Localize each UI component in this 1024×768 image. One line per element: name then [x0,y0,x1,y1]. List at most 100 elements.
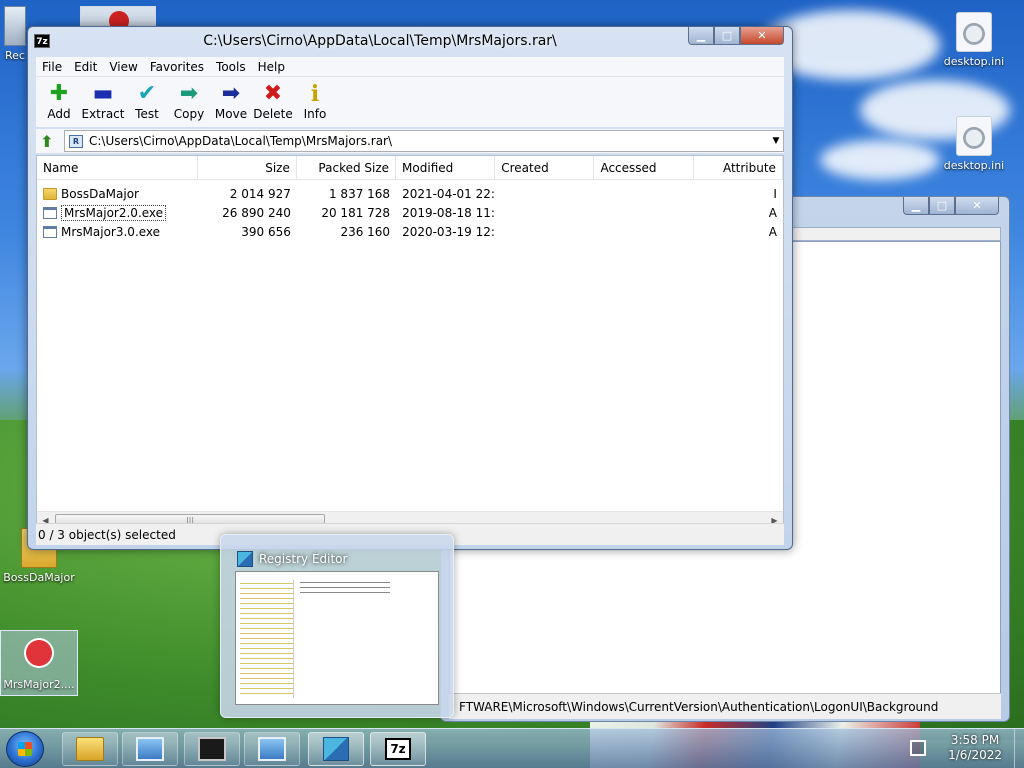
registry-editor-icon [237,551,253,567]
close-icon[interactable]: ✕ [740,27,784,45]
exe-file-icon [43,225,57,238]
info-button[interactable]: i Info [294,77,336,127]
7zip-window[interactable]: 7z C:\Users\Cirno\AppData\Local\Temp\Mrs… [27,26,793,550]
row-size: 26 890 240 [222,205,291,220]
desktop-icon-label: Rec [5,49,25,62]
move-label: Move [214,107,248,121]
row-packed: 20 181 728 [321,205,391,220]
file-list[interactable]: Name Size Packed Size Modified Created A… [36,155,784,529]
menu-view[interactable]: View [103,60,143,74]
start-button[interactable] [6,731,44,767]
move-button[interactable]: ➡ Move [210,77,252,127]
add-button[interactable]: ✚ Add [38,77,80,127]
thumbnail-title-row: Registry Editor [237,551,347,567]
info-icon: i [310,81,320,107]
window-controls: ▁ □ ✕ [688,27,784,45]
cloud [820,140,940,180]
menu-file[interactable]: File [36,60,68,74]
registry-editor-thumbnail[interactable]: Registry Editor [220,534,454,718]
address-input[interactable]: R C:\Users\Cirno\AppData\Local\Temp\MrsM… [64,130,784,152]
delete-button[interactable]: ✖ Delete [252,77,294,127]
taskbar: 7z 3:58 PM 1/6/2022 [0,728,1024,768]
column-attributes[interactable]: Attribute [694,156,783,180]
address-bar: ⬆ R C:\Users\Cirno\AppData\Local\Temp\Mr… [36,129,784,153]
add-icon: ✚ [49,81,69,106]
delete-icon: ✖ [263,81,283,106]
test-button[interactable]: ✔ Test [126,77,168,127]
desktop-icon-label: BossDaMajor [3,571,75,584]
thumbnail-preview[interactable] [235,571,439,705]
registry-status-path: FTWARE\Microsoft\Windows\CurrentVersion\… [449,693,1001,719]
taskbar-registry-editor[interactable] [308,732,364,766]
desktop-icon-recycle-bin[interactable]: Rec [0,6,30,62]
delete-label: Delete [253,107,293,121]
taskbar-photo-viewer[interactable] [122,732,178,766]
window-controls: ▁ □ ✕ [903,197,999,215]
row-attr: A [768,224,777,239]
column-packed-size[interactable]: Packed Size [297,156,397,180]
test-label: Test [135,107,159,121]
table-row[interactable]: MrsMajor3.0.exe 390 656 236 160 2020-03-… [37,222,783,241]
close-icon[interactable]: ✕ [955,197,999,215]
copy-button[interactable]: ➡ Copy [168,77,210,127]
network-icon[interactable] [910,740,927,756]
toolbar: ✚ Add ▬ Extract ✔ Test ➡ Copy ➡ Move ✖ D… [36,77,784,127]
table-row[interactable]: BossDaMajor 2 014 927 1 837 168 2021-04-… [37,184,783,203]
row-attr: I [773,186,777,201]
thumbnail-title: Registry Editor [259,552,348,566]
row-name: MrsMajor2.0.exe [61,204,167,221]
menu-favorites[interactable]: Favorites [144,60,210,74]
window-title: C:\Users\Cirno\AppData\Local\Temp\MrsMaj… [203,33,557,49]
menu-tools[interactable]: Tools [210,60,252,74]
picture-icon [258,737,286,761]
extract-button[interactable]: ▬ Extract [80,77,126,127]
menu-bar: File Edit View Favorites Tools Help [36,57,784,77]
desktop-icon-mrsmajor[interactable]: MrsMajor2.... [0,630,78,696]
column-name[interactable]: Name [37,156,198,180]
maximize-icon[interactable]: □ [714,27,740,45]
column-created[interactable]: Created [495,156,595,180]
table-row[interactable]: MrsMajor2.0.exe 26 890 240 20 181 728 20… [37,203,783,222]
minimize-icon[interactable]: ▁ [688,27,714,45]
clock[interactable]: 3:58 PM 1/6/2022 [948,733,1002,763]
copy-icon: ➡ [179,81,199,106]
row-size: 2 014 927 [229,186,291,201]
row-packed: 1 837 168 [328,186,391,201]
menu-edit[interactable]: Edit [68,60,103,74]
exe-file-icon [43,206,57,219]
chevron-down-icon[interactable]: ▼ [769,136,783,146]
preview-values [300,580,390,594]
preview-tree [240,580,294,698]
menu-help[interactable]: Help [252,60,291,74]
extract-label: Extract [81,107,125,121]
archive-icon: R [69,134,83,148]
minimize-icon[interactable]: ▁ [903,197,929,215]
taskbar-7zip[interactable]: 7z [370,732,426,766]
row-size: 390 656 [241,224,291,239]
taskbar-image-viewer[interactable] [244,732,300,766]
taskbar-command-prompt[interactable] [184,732,240,766]
row-attr: A [768,205,777,220]
copy-label: Copy [173,107,205,121]
row-modified: 2020-03-19 12:07 [402,224,495,239]
desktop-icon-desktop-ini-1[interactable]: desktop.ini [936,12,1012,68]
show-desktop-button[interactable] [1014,729,1024,768]
column-modified[interactable]: Modified [396,156,496,180]
terminal-icon [198,737,226,761]
maximize-icon[interactable]: □ [929,197,955,215]
7zip-app-icon[interactable]: 7z [34,34,50,48]
folder-icon [76,737,104,761]
desktop-icon-label: desktop.ini [943,55,1005,68]
column-accessed[interactable]: Accessed [594,156,694,180]
column-size[interactable]: Size [198,156,297,180]
taskbar-explorer[interactable] [62,732,118,766]
clock-date: 1/6/2022 [948,748,1002,762]
recycle-bin-icon [4,6,26,46]
desktop-icon-desktop-ini-2[interactable]: desktop.ini [936,116,1012,172]
test-icon: ✔ [137,81,157,106]
demon-shield-icon [21,635,57,675]
up-folder-icon[interactable]: ⬆ [36,130,58,152]
row-modified: 2021-04-01 22:40 [402,186,495,201]
clock-time: 3:58 PM [950,733,1000,747]
add-label: Add [47,107,71,121]
